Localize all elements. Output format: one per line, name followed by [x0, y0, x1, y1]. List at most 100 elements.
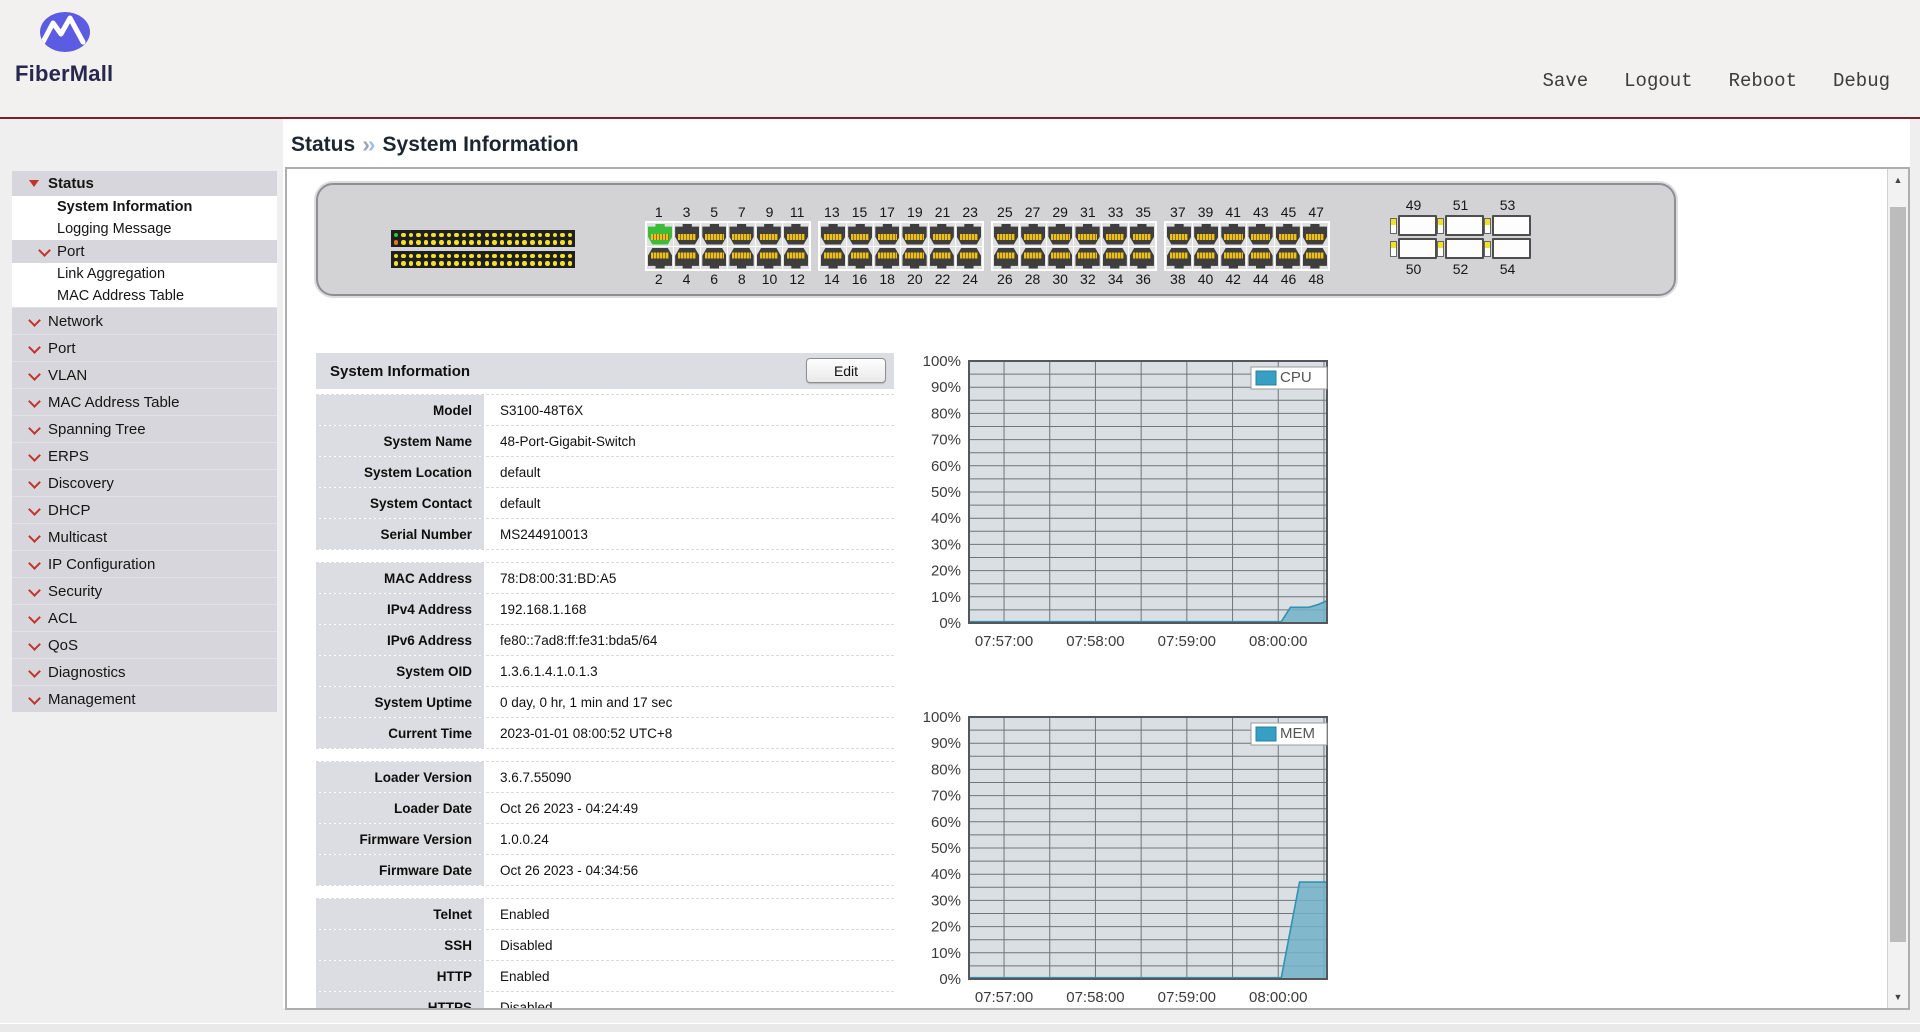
sidebar-item-mac-address-table[interactable]: MAC Address Table — [12, 285, 277, 307]
sidebar-item-discovery[interactable]: Discovery — [12, 469, 277, 496]
scroll-up-button[interactable]: ▲ — [1888, 170, 1908, 190]
port-25[interactable] — [993, 223, 1019, 246]
port-number: 16 — [846, 272, 874, 287]
sidebar-item-spanning-tree[interactable]: Spanning Tree — [12, 415, 277, 442]
sidebar-item-port[interactable]: Port — [12, 240, 277, 263]
port-24[interactable] — [956, 247, 982, 270]
port-27[interactable] — [1020, 223, 1046, 246]
port-7[interactable] — [728, 223, 754, 246]
port-44[interactable] — [1247, 247, 1273, 270]
port-10[interactable] — [756, 247, 782, 270]
port-43[interactable] — [1247, 223, 1273, 246]
port-19[interactable] — [901, 223, 927, 246]
sidebar-item-acl[interactable]: ACL — [12, 604, 277, 631]
nav-link-save[interactable]: Save — [1543, 70, 1589, 92]
port-47[interactable] — [1302, 223, 1328, 246]
port-30[interactable] — [1047, 247, 1073, 270]
port-2[interactable] — [647, 247, 673, 270]
port-15[interactable] — [847, 223, 873, 246]
sidebar-item-qos[interactable]: QoS — [12, 631, 277, 658]
sidebar-item-dhcp[interactable]: DHCP — [12, 496, 277, 523]
port-17[interactable] — [874, 223, 900, 246]
port-42[interactable] — [1220, 247, 1246, 270]
port-33[interactable] — [1102, 223, 1128, 246]
rj45-jack-icon — [957, 248, 981, 269]
port-9[interactable] — [756, 223, 782, 246]
port-number: 50 — [1390, 261, 1437, 277]
port-11[interactable] — [783, 223, 809, 246]
rj45-jack-icon — [675, 224, 699, 245]
port-21[interactable] — [929, 223, 955, 246]
port-12[interactable] — [783, 247, 809, 270]
port-5[interactable] — [701, 223, 727, 246]
port-18[interactable] — [874, 247, 900, 270]
port-46[interactable] — [1275, 247, 1301, 270]
port-40[interactable] — [1193, 247, 1219, 270]
port-28[interactable] — [1020, 247, 1046, 270]
vertical-scrollbar[interactable]: ▲ ▼ — [1887, 169, 1908, 1008]
port-41[interactable] — [1220, 223, 1246, 246]
info-row: Firmware Version1.0.0.24 — [316, 824, 894, 855]
sfp-port-53[interactable] — [1484, 215, 1531, 236]
sidebar-item-port[interactable]: Port — [12, 334, 277, 361]
port-35[interactable] — [1129, 223, 1155, 246]
sfp-port-51[interactable] — [1437, 215, 1484, 236]
port-26[interactable] — [993, 247, 1019, 270]
sfp-port-50[interactable] — [1390, 238, 1437, 259]
rj45-pins — [1224, 252, 1242, 258]
sidebar-item-diagnostics[interactable]: Diagnostics — [12, 658, 277, 685]
port-36[interactable] — [1129, 247, 1155, 270]
chevron-down-icon — [28, 665, 41, 678]
svg-text:80%: 80% — [931, 405, 961, 422]
port-3[interactable] — [674, 223, 700, 246]
port-39[interactable] — [1193, 223, 1219, 246]
chevron-down-icon — [28, 341, 41, 354]
port-14[interactable] — [820, 247, 846, 270]
port-20[interactable] — [901, 247, 927, 270]
port-45[interactable] — [1275, 223, 1301, 246]
sfp-port-49[interactable] — [1390, 215, 1437, 236]
port-29[interactable] — [1047, 223, 1073, 246]
port-34[interactable] — [1102, 247, 1128, 270]
port-22[interactable] — [929, 247, 955, 270]
port-4[interactable] — [674, 247, 700, 270]
sidebar-item-status[interactable]: Status — [12, 171, 277, 196]
svg-text:07:58:00: 07:58:00 — [1066, 633, 1124, 650]
scroll-down-button[interactable]: ▼ — [1888, 987, 1908, 1007]
info-value: MS244910013 — [486, 519, 894, 549]
port-37[interactable] — [1166, 223, 1192, 246]
sidebar-item-system-information[interactable]: System Information — [12, 196, 277, 218]
sidebar-item-ip-configuration[interactable]: IP Configuration — [12, 550, 277, 577]
port-8[interactable] — [728, 247, 754, 270]
sidebar-item-security[interactable]: Security — [12, 577, 277, 604]
nav-link-logout[interactable]: Logout — [1624, 70, 1692, 92]
sidebar-item-multicast[interactable]: Multicast — [12, 523, 277, 550]
sfp-port-54[interactable] — [1484, 238, 1531, 259]
led-dot — [568, 254, 573, 259]
sfp-port-52[interactable] — [1437, 238, 1484, 259]
port-13[interactable] — [820, 223, 846, 246]
sidebar-item-vlan[interactable]: VLAN — [12, 361, 277, 388]
port-23[interactable] — [956, 223, 982, 246]
sidebar-item-link-aggregation[interactable]: Link Aggregation — [12, 263, 277, 285]
sidebar-item-mac-address-table[interactable]: MAC Address Table — [12, 388, 277, 415]
port-32[interactable] — [1074, 247, 1100, 270]
port-16[interactable] — [847, 247, 873, 270]
sidebar-item-management[interactable]: Management — [12, 685, 277, 712]
port-31[interactable] — [1074, 223, 1100, 246]
port-6[interactable] — [701, 247, 727, 270]
led-dot — [538, 254, 543, 259]
led-dot — [424, 261, 429, 266]
port-38[interactable] — [1166, 247, 1192, 270]
led-dot — [485, 254, 490, 259]
sidebar-item-network[interactable]: Network — [12, 307, 277, 334]
edit-button[interactable]: Edit — [806, 358, 886, 383]
sidebar-item-logging-message[interactable]: Logging Message — [12, 218, 277, 240]
port-1[interactable] — [647, 223, 673, 246]
sidebar-item-erps[interactable]: ERPS — [12, 442, 277, 469]
info-value: 1.3.6.1.4.1.0.1.3 — [486, 656, 894, 686]
scrollbar-thumb[interactable] — [1890, 207, 1906, 942]
nav-link-debug[interactable]: Debug — [1833, 70, 1890, 92]
nav-link-reboot[interactable]: Reboot — [1729, 70, 1797, 92]
port-48[interactable] — [1302, 247, 1328, 270]
